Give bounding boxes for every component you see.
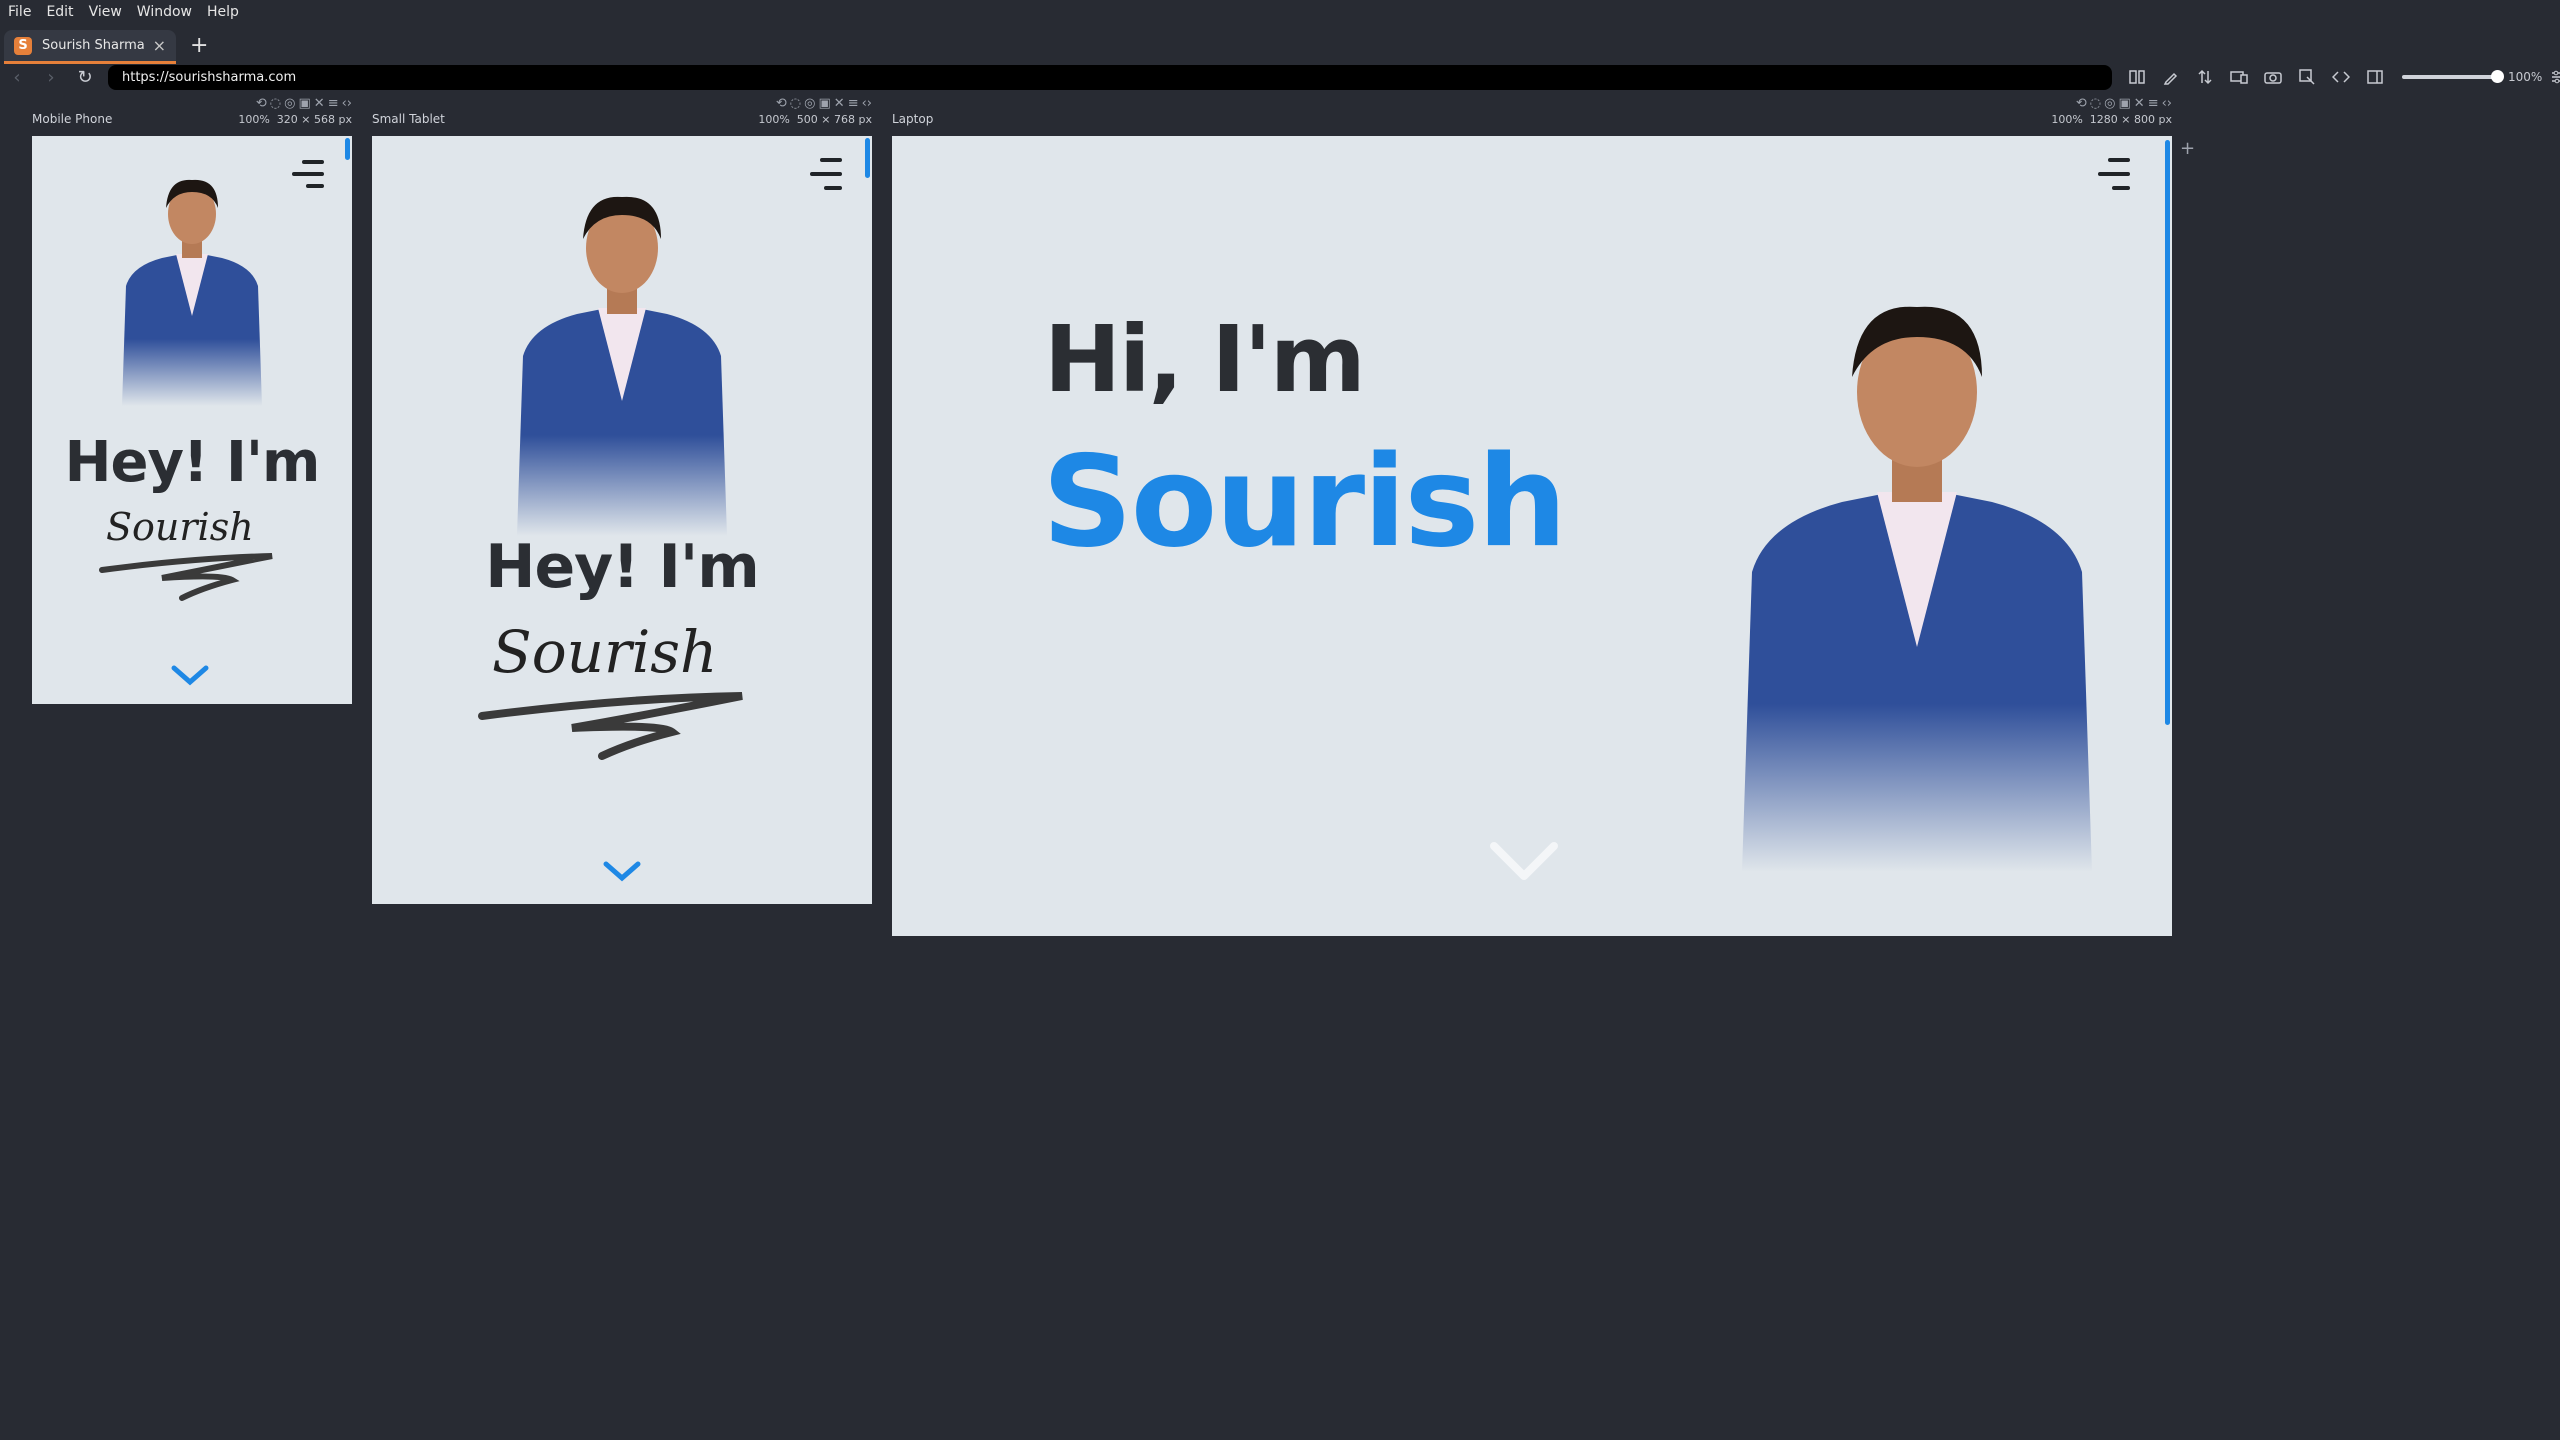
forward-button[interactable]: › <box>34 67 68 88</box>
back-button[interactable]: ‹ <box>0 67 34 88</box>
device-header-laptop: Laptop ⟲ ◌ ◎ ▣ ✕ ≡ ‹› 100% 1280 × 800 px <box>892 96 2172 126</box>
camera-icon[interactable]: ◎ <box>804 96 815 111</box>
device-label: Laptop <box>892 112 934 126</box>
device-tools: ⟲ ◌ ◎ ▣ ✕ ≡ ‹› <box>2076 96 2172 111</box>
menu-window[interactable]: Window <box>137 4 192 20</box>
hero-greeting: Hey! I'm <box>485 532 759 602</box>
tab-bar: S Sourish Sharma × + <box>0 28 2560 64</box>
viewport-laptop[interactable]: Hi, I'm Sourish <box>892 136 2172 936</box>
inspect-icon[interactable] <box>2290 64 2324 90</box>
devices-icon[interactable] <box>2222 64 2256 90</box>
viewport-tablet[interactable]: Hey! I'm Sourish <box>372 136 872 904</box>
disable-icon[interactable]: ✕ <box>834 96 845 111</box>
tab-title: Sourish Sharma <box>42 38 145 53</box>
image-icon[interactable]: ▣ <box>818 96 830 111</box>
hero-greeting: Hi, I'm <box>1044 306 1366 413</box>
new-tab-button[interactable]: + <box>190 33 208 58</box>
zoom-value: 100% <box>2508 70 2543 84</box>
image-icon[interactable]: ▣ <box>2118 96 2130 111</box>
signature-image: Sourish <box>99 505 273 601</box>
scrollbar[interactable] <box>865 138 870 178</box>
menu-view[interactable]: View <box>89 4 122 20</box>
toolbar-right: 100% <box>2120 64 2560 90</box>
tab-sourish-sharma[interactable]: S Sourish Sharma × <box>4 30 176 64</box>
settings-icon[interactable]: ≡ <box>328 96 339 111</box>
device-header-tablet: Small Tablet ⟲ ◌ ◎ ▣ ✕ ≡ ‹› 100% 500 × 768 px <box>372 96 872 126</box>
device-header-mobile: Mobile Phone ⟲ ◌ ◎ ▣ ✕ ≡ ‹› 100% 320 × 568 px <box>32 96 352 126</box>
sync-scroll-icon[interactable] <box>2188 64 2222 90</box>
menu-file[interactable]: File <box>8 4 31 20</box>
rotate-icon[interactable]: ⟲ <box>776 96 787 111</box>
reload-button[interactable]: ↻ <box>68 67 102 88</box>
puzzle-icon[interactable]: ◌ <box>790 96 801 111</box>
settings-icon[interactable] <box>2542 64 2560 90</box>
profile-photo <box>487 176 757 536</box>
menubar: File Edit View Window Help <box>0 0 2560 24</box>
chevron-down-icon[interactable] <box>598 856 646 886</box>
signature-image: Sourish <box>478 618 743 760</box>
menu-edit[interactable]: Edit <box>46 4 73 20</box>
settings-icon[interactable]: ≡ <box>848 96 859 111</box>
close-icon[interactable]: × <box>153 36 166 55</box>
camera-icon[interactable]: ◎ <box>2104 96 2115 111</box>
layout-icon[interactable] <box>2120 64 2154 90</box>
hero-name: Sourish <box>1042 428 1567 575</box>
hamburger-menu-icon[interactable] <box>2096 158 2130 190</box>
settings-icon[interactable]: ≡ <box>2148 96 2159 111</box>
device-tools: ⟲ ◌ ◎ ▣ ✕ ≡ ‹› <box>256 96 352 111</box>
device-label: Mobile Phone <box>32 112 113 126</box>
chevron-down-icon[interactable] <box>168 662 212 688</box>
device-label: Small Tablet <box>372 112 445 126</box>
svg-text:Sourish: Sourish <box>492 618 717 686</box>
chevron-down-icon[interactable] <box>1484 836 1564 888</box>
zoom-slider[interactable] <box>2402 70 2504 83</box>
hamburger-menu-icon[interactable] <box>808 158 842 190</box>
code-icon[interactable] <box>2324 64 2358 90</box>
image-icon[interactable]: ▣ <box>298 96 310 111</box>
disable-icon[interactable]: ✕ <box>314 96 325 111</box>
rotate-icon[interactable]: ⟲ <box>2076 96 2087 111</box>
sidebar-icon[interactable] <box>2358 64 2392 90</box>
viewport-mobile[interactable]: Hey! I'm Sourish <box>32 136 352 704</box>
zoom-slider-knob[interactable] <box>2491 70 2504 83</box>
rotate-icon[interactable]: ⟲ <box>256 96 267 111</box>
puzzle-icon[interactable]: ◌ <box>2090 96 2101 111</box>
navigation-bar: ‹ › ↻ https://sourishsharma.com 100% <box>0 64 2560 90</box>
add-device-button[interactable]: + <box>2180 138 2195 159</box>
profile-photo <box>1692 272 2142 872</box>
device-dimensions: 100% 1280 × 800 px <box>2051 113 2172 126</box>
svg-text:Sourish: Sourish <box>106 505 254 549</box>
code-icon[interactable]: ‹› <box>862 96 872 111</box>
hamburger-menu-icon[interactable] <box>290 160 324 192</box>
disable-icon[interactable]: ✕ <box>2134 96 2145 111</box>
profile-photo <box>102 166 282 406</box>
hero-greeting: Hey! I'm <box>64 430 321 495</box>
camera-icon[interactable]: ◎ <box>284 96 295 111</box>
scrollbar[interactable] <box>2165 140 2170 725</box>
site-favicon-icon: S <box>14 36 32 55</box>
device-dimensions: 100% 500 × 768 px <box>758 113 872 126</box>
address-bar[interactable]: https://sourishsharma.com <box>108 65 2112 90</box>
menu-help[interactable]: Help <box>207 4 239 20</box>
code-icon[interactable]: ‹› <box>342 96 352 111</box>
device-dimensions: 100% 320 × 568 px <box>238 113 352 126</box>
camera-icon[interactable] <box>2256 64 2290 90</box>
code-icon[interactable]: ‹› <box>2162 96 2172 111</box>
pen-icon[interactable] <box>2154 64 2188 90</box>
scrollbar[interactable] <box>345 138 350 160</box>
device-tools: ⟲ ◌ ◎ ▣ ✕ ≡ ‹› <box>776 96 872 111</box>
puzzle-icon[interactable]: ◌ <box>270 96 281 111</box>
